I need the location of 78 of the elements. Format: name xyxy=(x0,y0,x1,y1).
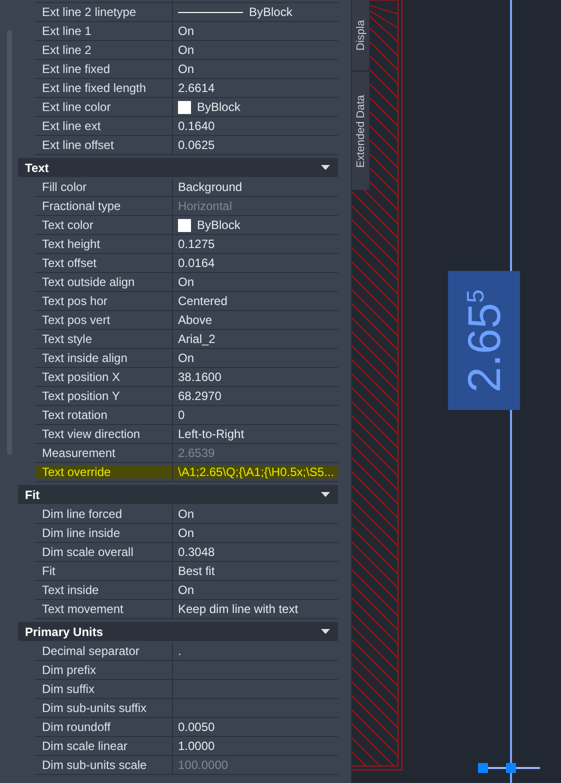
property-value[interactable]: Best fit xyxy=(173,562,338,580)
property-value[interactable]: 0.1275 xyxy=(173,235,338,253)
property-label: Text pos hor xyxy=(35,292,173,310)
property-label: Ext line ext xyxy=(35,117,173,135)
property-value[interactable]: 68.2970 xyxy=(173,387,338,405)
property-value[interactable]: On xyxy=(173,581,338,599)
property-value[interactable]: Centered xyxy=(173,292,338,310)
property-label: Dim prefix xyxy=(35,661,173,679)
property-label: Fit xyxy=(35,562,173,580)
property-label: Text style xyxy=(35,330,173,348)
property-value[interactable]: On xyxy=(173,60,338,78)
property-label: Dim suffix xyxy=(35,680,173,698)
collapse-caret-icon[interactable] xyxy=(321,492,330,497)
category-header[interactable]: Fit xyxy=(18,485,338,504)
color-swatch-icon xyxy=(178,100,191,114)
property-value[interactable]: 0 xyxy=(173,406,338,424)
property-value[interactable]: 1.0000 xyxy=(173,737,338,755)
property-value[interactable]: On xyxy=(173,349,338,367)
property-value[interactable]: On xyxy=(173,524,338,542)
property-label: Ext line 2 xyxy=(35,41,173,59)
property-label: Ext line fixed xyxy=(35,60,173,78)
side-tab[interactable]: Displa xyxy=(352,0,369,70)
property-label: Dim sub-units suffix xyxy=(35,699,173,717)
property-label: Dim line forced xyxy=(35,505,173,523)
property-value[interactable]: Arial_2 xyxy=(173,330,338,348)
property-label: Dim roundoff xyxy=(35,718,173,736)
property-label: Text pos vert xyxy=(35,311,173,329)
color-swatch-icon xyxy=(178,218,191,232)
property-label: Measurement xyxy=(35,444,173,462)
property-label: Decimal separator xyxy=(35,642,173,660)
property-label: Text outside align xyxy=(35,273,173,291)
property-label: Fill color xyxy=(35,178,173,196)
side-tab[interactable]: Extended Data xyxy=(352,72,369,190)
property-value[interactable]: On xyxy=(173,505,338,523)
property-value[interactable]: ByBlock xyxy=(173,216,338,234)
property-label: Text color xyxy=(35,216,173,234)
property-label: Dim scale overall xyxy=(35,543,173,561)
property-label: Dim sub-units scale xyxy=(35,756,173,774)
property-value[interactable]: \A1;2.65\Q;{\A1;{\H0.5x;\S5... xyxy=(173,463,338,481)
property-value[interactable]: ByBlock xyxy=(173,98,338,116)
property-label: Text view direction xyxy=(35,425,173,443)
property-label: Text height xyxy=(35,235,173,253)
property-value[interactable]: 38.1600 xyxy=(173,368,338,386)
property-label: Fractional type xyxy=(35,197,173,215)
property-value[interactable]: Background xyxy=(173,178,338,196)
property-label: Dim scale linear xyxy=(35,737,173,755)
property-label: Text override xyxy=(35,463,173,481)
property-label: Ext line fixed length xyxy=(35,79,173,97)
collapse-caret-icon[interactable] xyxy=(321,165,330,170)
property-value[interactable]: 0.3048 xyxy=(173,543,338,561)
property-value[interactable]: ByBlock xyxy=(173,3,338,21)
property-value[interactable]: Above xyxy=(173,311,338,329)
property-label: Text rotation xyxy=(35,406,173,424)
property-label: Dim line inside xyxy=(35,524,173,542)
property-value[interactable]: Left-to-Right xyxy=(173,425,338,443)
property-label: Ext line offset xyxy=(35,136,173,154)
property-label: Text position X xyxy=(35,368,173,386)
property-value[interactable]: 0.1640 xyxy=(173,117,338,135)
category-header[interactable]: Text xyxy=(18,158,338,177)
property-value[interactable]: 0.0164 xyxy=(173,254,338,272)
property-value[interactable]: Keep dim line with text xyxy=(173,600,338,618)
property-label: Ext line 2 linetype xyxy=(35,3,173,21)
property-label: Text inside xyxy=(35,581,173,599)
property-value[interactable]: On xyxy=(173,22,338,40)
property-value[interactable]: On xyxy=(173,41,338,59)
property-value[interactable]: On xyxy=(173,273,338,291)
category-header[interactable]: Primary Units xyxy=(18,622,338,641)
collapse-caret-icon[interactable] xyxy=(321,629,330,634)
property-value[interactable]: 0.0050 xyxy=(173,718,338,736)
property-label: Text inside align xyxy=(35,349,173,367)
property-value[interactable]: 2.6614 xyxy=(173,79,338,97)
property-label: Ext line color xyxy=(35,98,173,116)
property-label: Text position Y xyxy=(35,387,173,405)
property-value[interactable]: . xyxy=(173,642,338,660)
property-label: Text offset xyxy=(35,254,173,272)
property-label: Ext line 1 xyxy=(35,22,173,40)
property-value[interactable]: 0.0625 xyxy=(173,136,338,154)
property-label: Text movement xyxy=(35,600,173,618)
